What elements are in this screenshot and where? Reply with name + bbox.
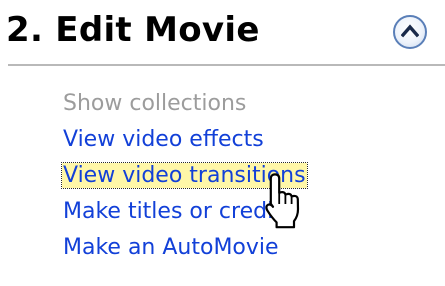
task-link-make-an-automovie[interactable]: Make an AutoMovie [62, 235, 280, 260]
chevron-up-icon [401, 24, 419, 38]
task-item-make-an-automovie[interactable]: Make an AutoMovie [62, 230, 307, 266]
edit-movie-task-pane: 2. Edit Movie Show collections View vide… [0, 0, 445, 286]
task-link-show-collections: Show collections [63, 91, 247, 116]
task-link-view-video-transitions[interactable]: View video transitions [61, 162, 308, 189]
task-link-view-video-effects[interactable]: View video effects [62, 127, 265, 152]
task-list: Show collections View video effects View… [61, 86, 308, 266]
task-item-show-collections: Show collections [62, 86, 307, 122]
collapse-section-button[interactable] [393, 15, 427, 49]
task-item-view-video-transitions[interactable]: View video transitions [61, 158, 308, 194]
section-divider [8, 64, 445, 66]
section-title: 2. Edit Movie [6, 10, 260, 50]
task-link-make-titles-or-credits[interactable]: Make titles or credits [62, 199, 294, 224]
task-item-view-video-effects[interactable]: View video effects [62, 122, 307, 158]
task-item-make-titles-or-credits[interactable]: Make titles or credits [62, 194, 307, 230]
